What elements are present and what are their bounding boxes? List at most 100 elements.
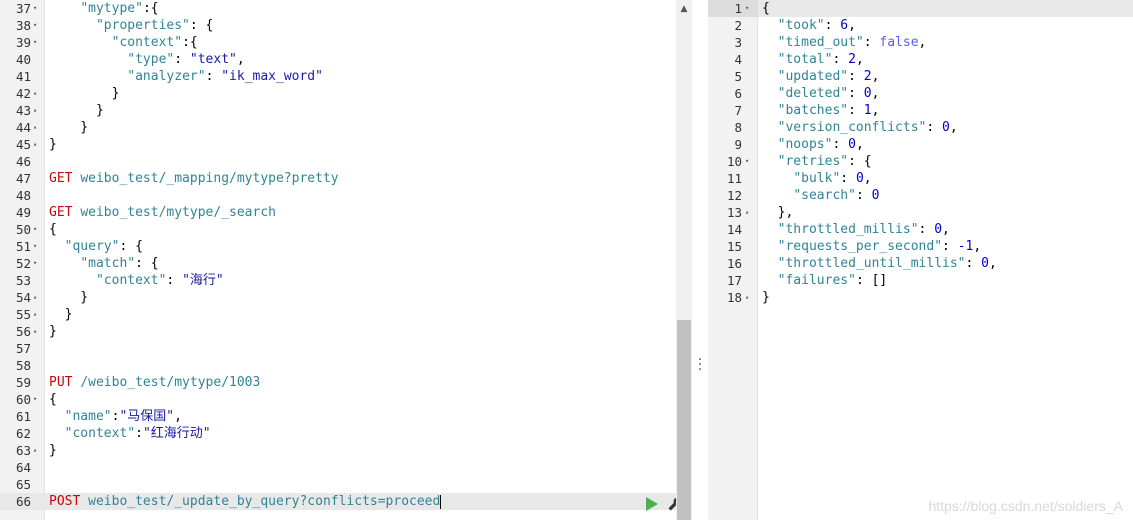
code-line[interactable]: 63 ▴} [0, 442, 692, 459]
code-line[interactable]: 64 [0, 459, 692, 476]
fold-close-icon[interactable]: ▴ [33, 136, 37, 153]
request-scrollbar[interactable]: ▲ [676, 0, 692, 520]
code-line[interactable]: 61 "name":"马保国", [0, 408, 692, 425]
fold-open-icon[interactable]: ▾ [745, 153, 749, 170]
code-line[interactable]: 54 ▴ } [0, 289, 692, 306]
line-number: 53 [15, 273, 31, 288]
token-k [762, 137, 778, 152]
token-k [762, 120, 778, 135]
code-text: "timed_out": false, [762, 34, 927, 51]
line-number: 3 [734, 35, 742, 50]
token-key: "context" [111, 35, 183, 50]
code-line[interactable]: 60 ▾ { [0, 391, 692, 408]
response-viewer: 1 ▾{2 "took": 6, 3 "timed_out": false, 4 "t… [708, 0, 1133, 520]
code-line[interactable]: 55 ▴ } [0, 306, 692, 323]
token-num: -1 [957, 239, 974, 254]
token-k: : { [848, 154, 872, 169]
fold-open-icon[interactable]: ▾ [745, 0, 749, 17]
token-url: /weibo_test/mytype/1003 [80, 375, 261, 390]
fold-open-icon[interactable]: ▾ [33, 17, 37, 34]
token-k: } [49, 443, 57, 458]
fold-close-icon[interactable]: ▴ [745, 204, 749, 221]
play-icon[interactable] [643, 496, 659, 512]
token-key: "deleted" [777, 86, 849, 101]
fold-close-icon[interactable]: ▴ [33, 85, 37, 102]
response-line: 10 ▾ "retries": { [708, 153, 1133, 170]
line-number: 17 [726, 273, 742, 288]
code-text: "batches": 1, [762, 102, 880, 119]
fold-open-icon[interactable]: ▾ [33, 255, 37, 272]
code-text: GET weibo_test/mytype/_search [49, 204, 276, 221]
response-line: 2 "took": 6, [708, 17, 1133, 34]
request-editor[interactable]: 37 ▾ "mytype":{38 ▾ "properties": {39 ▾ "co… [0, 0, 692, 520]
token-k: : [840, 171, 856, 186]
fold-open-icon[interactable]: ▾ [33, 0, 37, 17]
fold-open-icon[interactable]: ▾ [33, 238, 37, 255]
fold-close-icon[interactable]: ▴ [33, 102, 37, 119]
code-text: "properties": { [49, 17, 213, 34]
code-line[interactable]: 65 [0, 476, 692, 493]
token-k: } [49, 307, 73, 322]
line-number: 39 [15, 35, 31, 50]
code-line[interactable]: 62 "context":"红海行动" [0, 425, 692, 442]
line-number: 14 [726, 222, 742, 237]
code-line[interactable]: 58 [0, 357, 692, 374]
fold-close-icon[interactable]: ▴ [33, 119, 37, 136]
token-k: , [848, 18, 856, 33]
scrollbar-thumb[interactable] [677, 320, 691, 520]
token-k: : { [189, 18, 214, 33]
fold-open-icon[interactable]: ▾ [33, 391, 37, 408]
code-line[interactable]: 47 GET weibo_test/_mapping/mytype?pretty [0, 170, 692, 187]
code-line[interactable]: 44 ▴ } [0, 119, 692, 136]
code-line[interactable]: 39 ▾ "context":{ [0, 34, 692, 51]
code-line[interactable]: 46 [0, 153, 692, 170]
code-text: GET weibo_test/_mapping/mytype?pretty [49, 170, 339, 187]
code-line[interactable]: 43 ▴ } [0, 102, 692, 119]
vertical-dots-icon[interactable]: · · · [697, 353, 703, 377]
response-line: 3 "timed_out": false, [708, 34, 1133, 51]
code-line[interactable]: 37 ▾ "mytype":{ [0, 0, 692, 17]
code-line[interactable]: 49 GET weibo_test/mytype/_search [0, 204, 692, 221]
request-code-lines[interactable]: 37 ▾ "mytype":{38 ▾ "properties": {39 ▾ "co… [0, 0, 692, 510]
code-text: "type": "text", [49, 51, 244, 68]
code-text: "context": "海行" [49, 272, 224, 289]
token-url: weibo_test/mytype/_search [80, 205, 276, 220]
fold-close-icon[interactable]: ▴ [33, 289, 37, 306]
token-k: }, [762, 205, 794, 220]
pane-divider[interactable]: · · · [692, 0, 708, 520]
code-line[interactable]: 41 "analyzer": "ik_max_word" [0, 68, 692, 85]
code-line[interactable]: 50 ▾ { [0, 221, 692, 238]
code-text: } [49, 289, 88, 306]
token-k [49, 239, 65, 254]
code-line[interactable]: 48 [0, 187, 692, 204]
fold-close-icon[interactable]: ▴ [33, 306, 37, 323]
code-line[interactable]: 38 ▾ "properties": { [0, 17, 692, 34]
code-line[interactable]: 51 ▾ "query": { [0, 238, 692, 255]
fold-close-icon[interactable]: ▴ [745, 289, 749, 306]
token-k: : [824, 18, 841, 33]
code-line[interactable]: 53 "context": "海行" [0, 272, 692, 289]
fold-close-icon[interactable]: ▴ [33, 442, 37, 459]
token-k: : [174, 52, 190, 67]
line-number: 15 [726, 239, 742, 254]
line-number: 42 [15, 86, 31, 101]
code-line[interactable]: 59 PUT /weibo_test/mytype/1003 [0, 374, 692, 391]
fold-open-icon[interactable]: ▾ [33, 221, 37, 238]
code-text: "requests_per_second": -1, [762, 238, 982, 255]
code-text: POST weibo_test/_update_by_query?conflic… [49, 493, 442, 510]
fold-close-icon[interactable]: ▴ [33, 323, 37, 340]
code-line[interactable]: 56 ▴} [0, 323, 692, 340]
code-line[interactable]: 57 [0, 340, 692, 357]
code-line[interactable]: 40 "type": "text", [0, 51, 692, 68]
fold-open-icon[interactable]: ▾ [33, 34, 37, 51]
code-line[interactable]: 42 ▴ } [0, 85, 692, 102]
code-line[interactable]: 66 POST weibo_test/_update_by_query?confl… [0, 493, 692, 510]
scroll-up-arrow-icon[interactable]: ▲ [678, 2, 690, 16]
line-number: 2 [734, 18, 742, 33]
token-k [49, 69, 127, 84]
token-k [49, 1, 80, 16]
code-line[interactable]: 45 ▴} [0, 136, 692, 153]
code-line[interactable]: 52 ▾ "match": { [0, 255, 692, 272]
token-key: "bulk" [793, 171, 841, 186]
line-number: 45 [15, 137, 31, 152]
